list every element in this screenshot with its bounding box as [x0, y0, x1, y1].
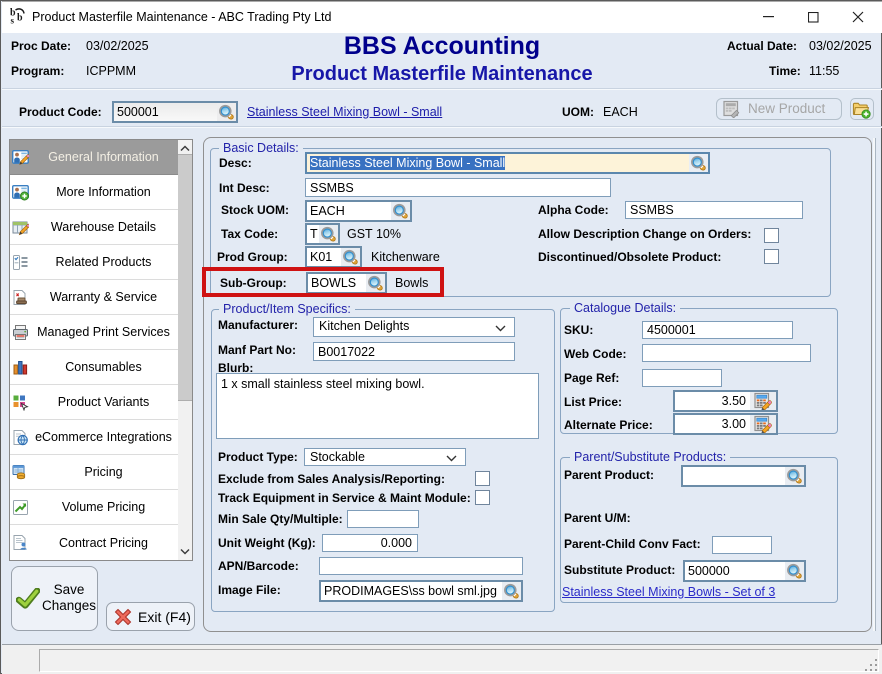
svg-text:s: s: [11, 16, 15, 26]
svg-text:b: b: [17, 13, 23, 24]
